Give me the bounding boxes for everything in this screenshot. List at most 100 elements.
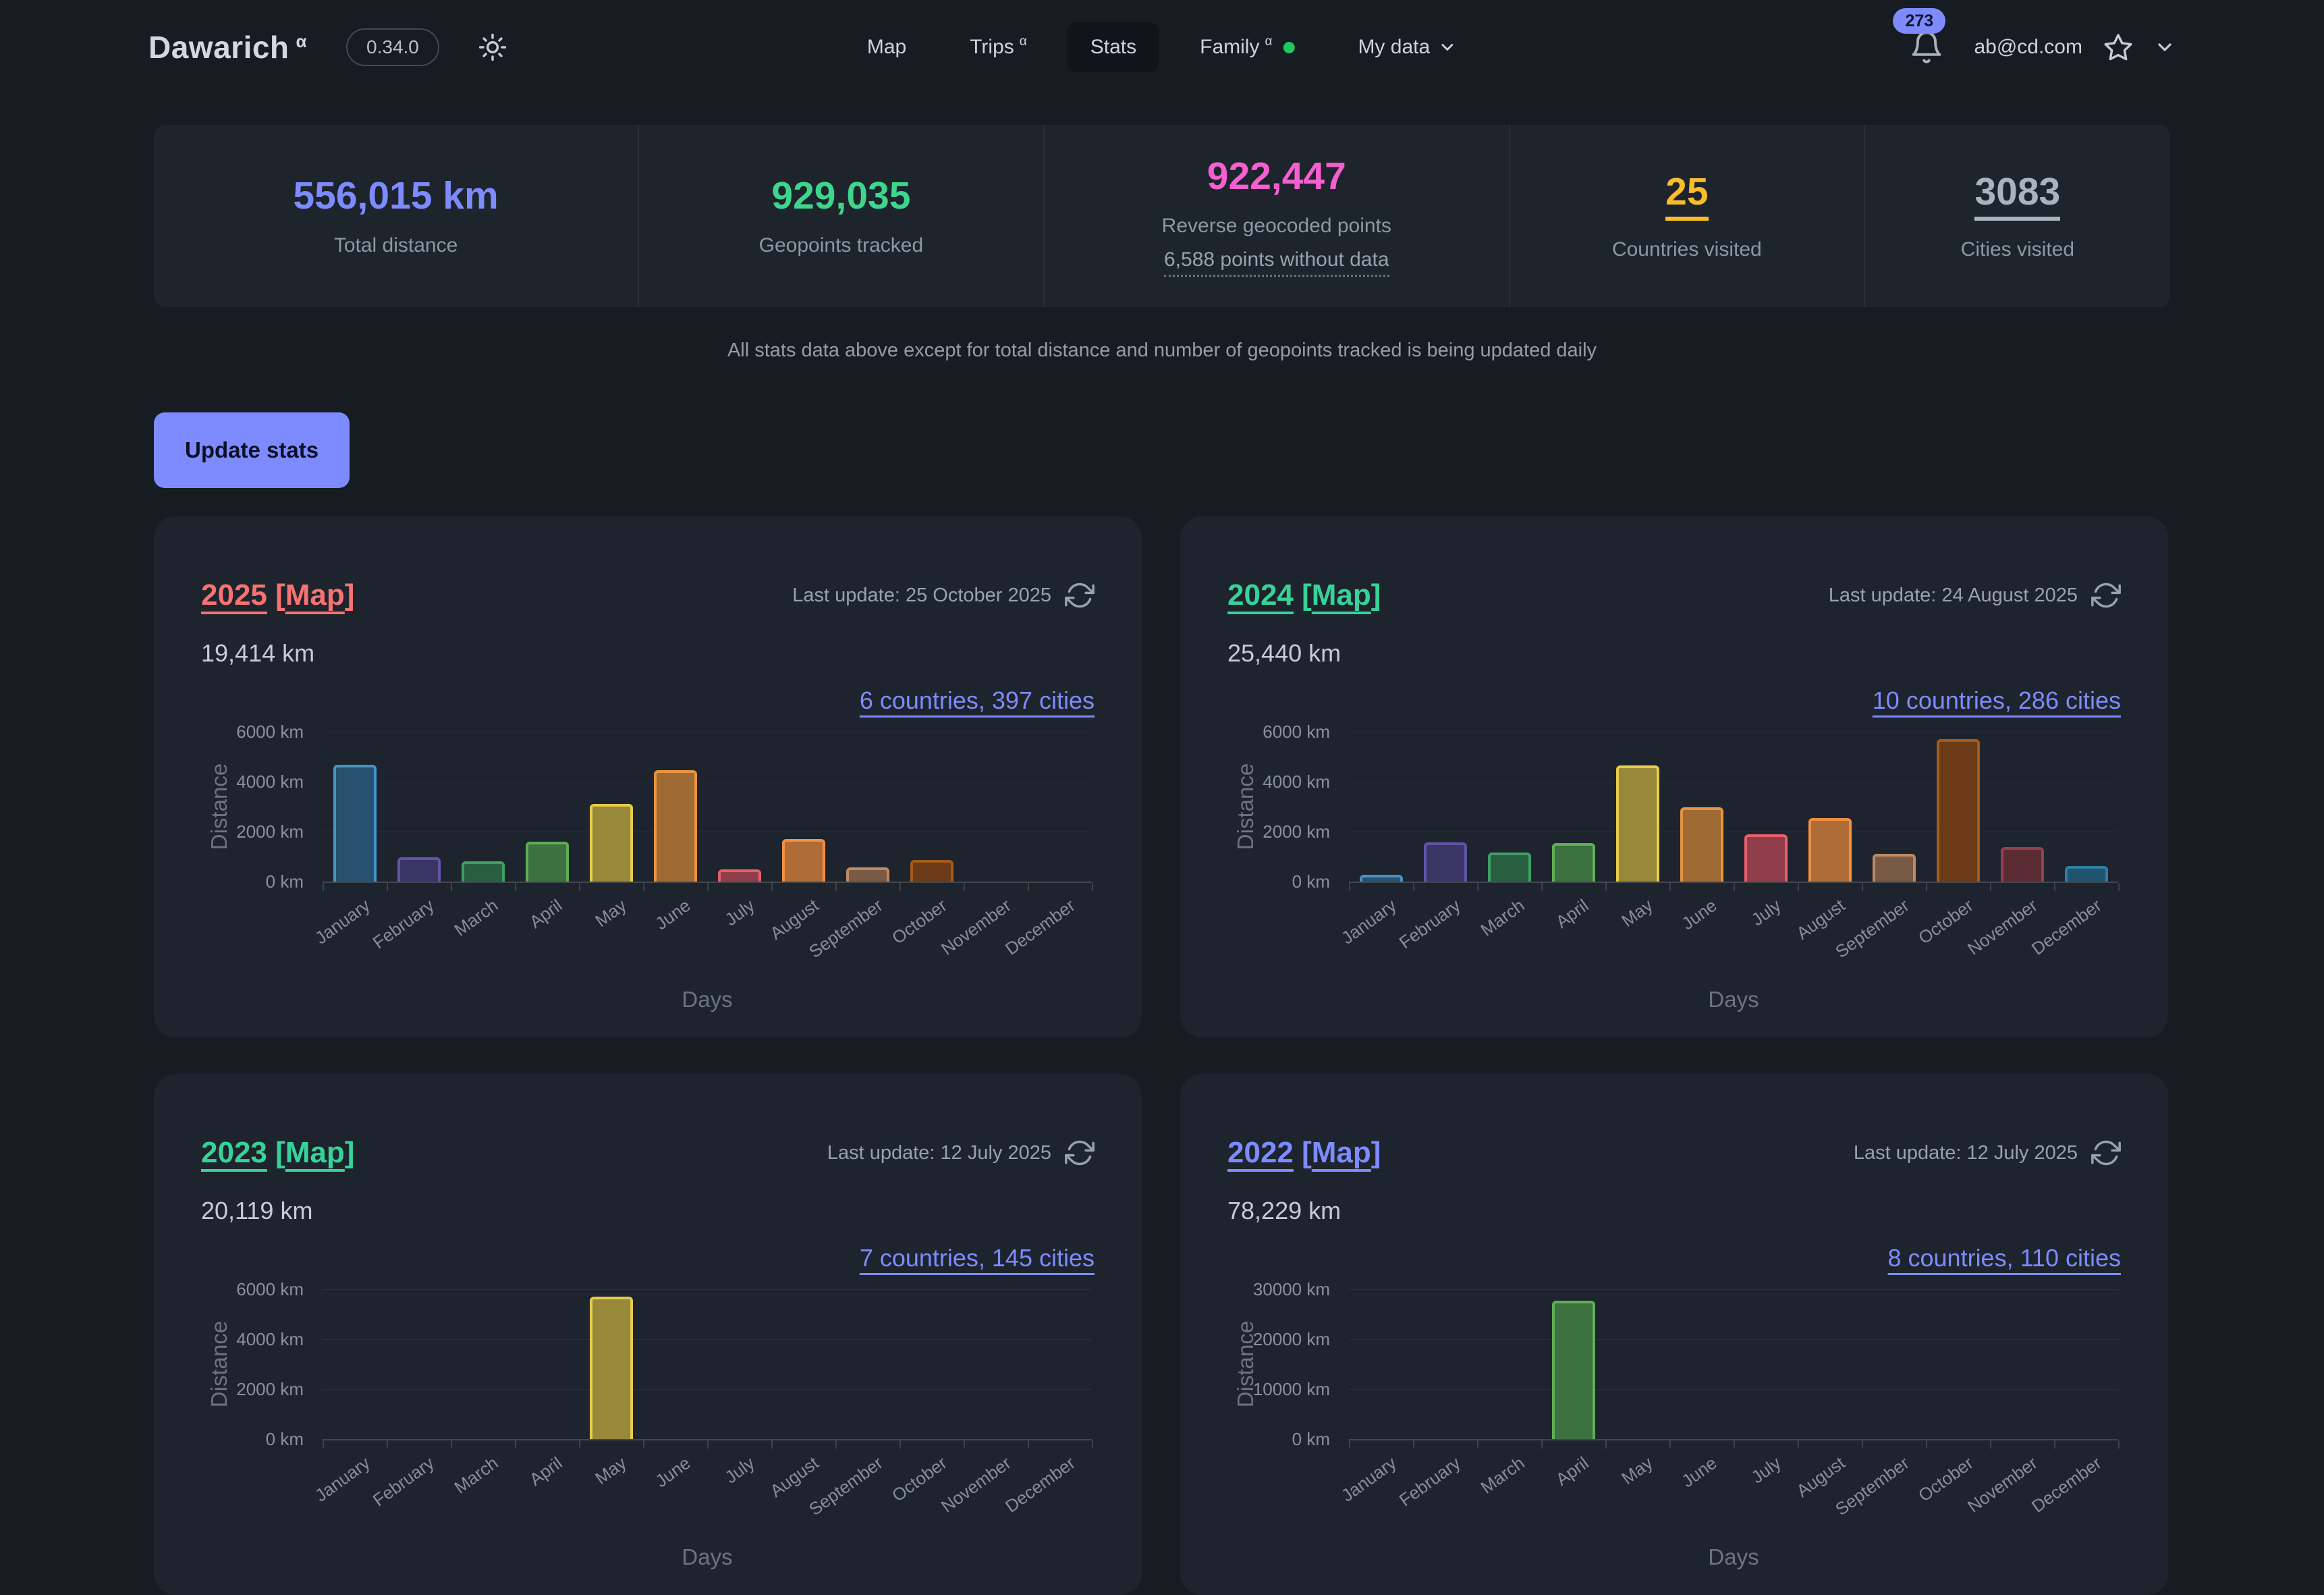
bar-april[interactable] xyxy=(526,842,569,882)
x-axis-month-label: December xyxy=(2027,895,2105,960)
year-link-2024[interactable]: 2024 xyxy=(1227,578,1294,612)
x-axis-month-label: August xyxy=(1792,1453,1849,1502)
points-without-data-link[interactable]: 6,588 points without data xyxy=(1164,248,1389,277)
refresh-icon xyxy=(1065,580,1095,610)
notifications-button[interactable]: 273 xyxy=(1909,30,1944,65)
year-link-2025[interactable]: 2025 xyxy=(201,578,267,612)
map-link-2023[interactable]: Map xyxy=(285,1136,345,1169)
x-axis-month-label: November xyxy=(937,895,1014,960)
bar-june[interactable] xyxy=(1680,807,1723,882)
nav-item-trips[interactable]: Tripsα xyxy=(947,22,1050,72)
chevron-down-icon xyxy=(1438,38,1457,57)
countries-visited-link[interactable]: 25 xyxy=(1665,171,1708,221)
countries-cities-link-2024[interactable]: 10 countries, 286 cities xyxy=(1873,686,2121,715)
x-axis-tick xyxy=(1605,1440,1607,1449)
x-axis-month-label: January xyxy=(311,895,374,948)
bar-september[interactable] xyxy=(1873,854,1916,882)
refresh-year-button[interactable] xyxy=(1065,1138,1095,1168)
refresh-year-button[interactable] xyxy=(2091,580,2121,610)
nav-item-family[interactable]: Familyα xyxy=(1177,22,1317,72)
y-axis-tick-label: 6000 km xyxy=(201,722,304,742)
x-axis-tick xyxy=(643,883,644,891)
year-link-2023[interactable]: 2023 xyxy=(201,1136,267,1169)
x-axis-tick xyxy=(1092,1440,1093,1449)
app-logo[interactable]: Dawarichα xyxy=(148,29,307,65)
x-axis-tick xyxy=(771,1440,773,1449)
bar-august[interactable] xyxy=(1808,818,1852,882)
update-stats-button[interactable]: Update stats xyxy=(154,412,350,488)
bar-may[interactable] xyxy=(590,804,633,882)
alpha-superscript: α xyxy=(1265,34,1272,49)
x-axis-tick xyxy=(1413,883,1414,891)
year-card-2025: 2025 [Map] Last update: 25 October 2025 … xyxy=(154,516,1142,1037)
bar-july[interactable] xyxy=(718,869,761,882)
map-link-2024[interactable]: Map xyxy=(1312,578,1371,612)
x-axis-title: Days xyxy=(1349,987,2118,1012)
last-update-text: Last update: 12 July 2025 xyxy=(1854,1142,2078,1164)
bar-august[interactable] xyxy=(782,839,825,882)
stat-total-distance-label: Total distance xyxy=(334,234,458,257)
x-axis-tick xyxy=(1990,883,1991,891)
x-axis-tick xyxy=(451,1440,452,1449)
bar-february[interactable] xyxy=(1424,842,1467,882)
nav-item-my-data[interactable]: My data xyxy=(1335,22,1480,72)
countries-cities-link-2023[interactable]: 7 countries, 145 cities xyxy=(860,1244,1095,1272)
stat-reverse-geocoded-value: 922,447 xyxy=(1207,155,1346,198)
theme-toggle-button[interactable] xyxy=(478,33,507,61)
stat-geopoints: 929,035 Geopoints tracked xyxy=(638,125,1043,307)
favorite-button[interactable] xyxy=(2103,32,2134,63)
bar-september[interactable] xyxy=(846,867,889,882)
user-email[interactable]: ab@cd.com xyxy=(1974,36,2082,59)
y-axis-tick-label: 30000 km xyxy=(1227,1279,1330,1300)
refresh-year-button[interactable] xyxy=(2091,1138,2121,1168)
bar-november[interactable] xyxy=(2001,847,2044,882)
gridline xyxy=(323,1389,1092,1390)
bar-june[interactable] xyxy=(654,770,697,882)
family-online-dot xyxy=(1283,42,1294,53)
year-card-title: 2025 [Map] xyxy=(201,578,354,612)
bar-february[interactable] xyxy=(397,857,441,882)
bar-march[interactable] xyxy=(1488,853,1531,882)
app-title: Dawarich xyxy=(148,30,289,65)
nav-item-map[interactable]: Map xyxy=(844,22,929,72)
bar-january[interactable] xyxy=(333,765,377,882)
y-axis-title: Distance xyxy=(206,1321,232,1407)
user-menu-toggle[interactable] xyxy=(2154,36,2176,58)
x-axis-month-label: May xyxy=(1617,1453,1657,1489)
year-link-2022[interactable]: 2022 xyxy=(1227,1136,1294,1169)
bar-may[interactable] xyxy=(1616,765,1659,882)
monthly-distance-chart-2025: 6000 km4000 km2000 km0 kmJanuaryFebruary… xyxy=(201,719,1095,1036)
alpha-superscript: α xyxy=(1020,34,1027,49)
bar-october[interactable] xyxy=(1937,739,1980,882)
x-axis-tick xyxy=(323,883,324,891)
bar-october[interactable] xyxy=(910,860,953,882)
last-update-text: Last update: 25 October 2025 xyxy=(792,585,1051,607)
x-axis-tick xyxy=(579,1440,580,1449)
refresh-year-button[interactable] xyxy=(1065,580,1095,610)
map-link-2025[interactable]: Map xyxy=(285,578,345,612)
countries-cities-link-2022[interactable]: 8 countries, 110 cities xyxy=(1887,1244,2121,1272)
x-axis-tick xyxy=(835,1440,837,1449)
year-total-distance: 25,440 km xyxy=(1227,639,1341,668)
nav-item-stats[interactable]: Stats xyxy=(1068,22,1159,72)
cities-visited-link[interactable]: 3083 xyxy=(1974,171,2060,221)
x-axis-month-label: July xyxy=(1747,895,1785,930)
bar-july[interactable] xyxy=(1744,834,1788,882)
y-axis-tick-label: 6000 km xyxy=(201,1279,304,1300)
countries-cities-link-2025[interactable]: 6 countries, 397 cities xyxy=(860,686,1095,715)
y-axis-tick-label: 0 km xyxy=(201,871,304,892)
year-card-2023: 2023 [Map] Last update: 12 July 2025 20,… xyxy=(154,1074,1142,1595)
x-axis-tick xyxy=(1541,883,1543,891)
x-axis-tick xyxy=(1862,883,1863,891)
year-card-title: 2023 [Map] xyxy=(201,1136,354,1170)
bar-april[interactable] xyxy=(1552,1301,1595,1439)
bar-january[interactable] xyxy=(1360,875,1403,882)
bar-december[interactable] xyxy=(2065,866,2108,882)
bar-april[interactable] xyxy=(1552,843,1595,882)
bar-march[interactable] xyxy=(462,861,505,882)
monthly-distance-chart-2024: 6000 km4000 km2000 km0 kmJanuaryFebruary… xyxy=(1227,719,2121,1036)
x-axis-month-label: March xyxy=(450,1453,502,1498)
year-total-distance: 78,229 km xyxy=(1227,1197,1341,1225)
map-link-2022[interactable]: Map xyxy=(1312,1136,1371,1169)
bar-may[interactable] xyxy=(590,1297,633,1439)
